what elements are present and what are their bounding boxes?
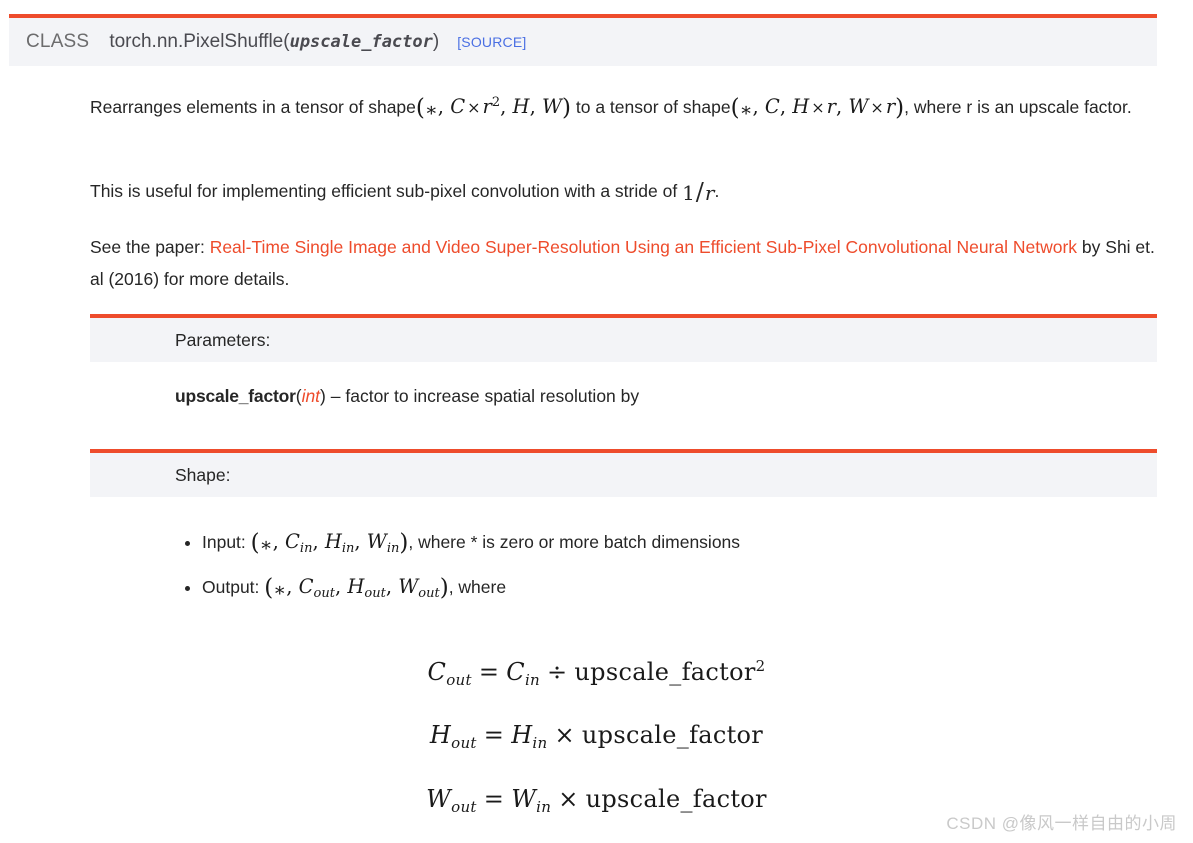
shape-heading-box: Shape: — [90, 449, 1157, 497]
equation-h-out: Hout = Hin × upscale_factor — [429, 721, 764, 752]
p3-lead-text: See the paper: — [90, 237, 205, 257]
shape-output-label: Output: — [202, 577, 260, 597]
description-paragraph-1: Rearranges elements in a tensor of shape… — [90, 87, 1165, 126]
parameter-description: factor to increase spatial resolution by — [345, 386, 640, 406]
p1-middle-text: to a tensor of shape — [575, 97, 731, 117]
signature-line: CLASS torch.nn.PixelShuffle ( upscale_fa… — [9, 31, 526, 53]
shape-heading-label: Shape: — [175, 464, 231, 485]
parameter-dash: – — [330, 386, 341, 406]
equation-c-out: Cout = Cin ÷ upscale_factor2 — [427, 657, 766, 689]
class-qualified-name: torch.nn.PixelShuffle — [109, 31, 284, 52]
shape-input-math: (∗, Cin, Hin, Win) — [250, 530, 409, 556]
source-link[interactable]: [SOURCE] — [457, 34, 526, 50]
signature-parameter: upscale_factor — [289, 32, 433, 52]
p1-tail-text: , where r is an upscale factor. — [904, 97, 1132, 117]
list-item: Output: (∗, Cout, Hout, Wout), where — [202, 568, 740, 613]
parameter-type-close-paren: ) — [320, 386, 326, 406]
description-paragraph-2: This is useful for implementing efficien… — [90, 175, 1150, 209]
class-signature-header: CLASS torch.nn.PixelShuffle ( upscale_fa… — [9, 14, 1157, 66]
shape-input-label: Input: — [202, 532, 246, 552]
parameter-entry-upscale-factor: upscale_factor(int) – factor to increase… — [175, 386, 639, 407]
shape-input-note: , where * is zero or more batch dimensio… — [408, 532, 741, 552]
doc-page: CLASS torch.nn.PixelShuffle ( upscale_fa… — [0, 0, 1193, 843]
description-paragraph-3: See the paper: Real-Time Single Image an… — [90, 231, 1160, 295]
parameter-name: upscale_factor — [175, 386, 296, 406]
p1-input-shape-math: (∗, C × r2, H, W) — [415, 95, 571, 121]
parameters-heading-box: Parameters: — [90, 314, 1157, 362]
list-item: Input: (∗, Cin, Hin, Win), where * is ze… — [202, 523, 740, 568]
p2-stride-fraction: 1/r — [682, 178, 715, 206]
paper-link[interactable]: Real-Time Single Image and Video Super-R… — [210, 237, 1077, 257]
parameters-heading-label: Parameters: — [175, 329, 271, 350]
shape-list: Input: (∗, Cin, Hin, Win), where * is ze… — [178, 523, 740, 613]
class-keyword-label: CLASS — [26, 31, 90, 52]
parameter-type: int — [301, 386, 321, 406]
shape-output-note: , where — [448, 577, 507, 597]
csdn-watermark: CSDN @像风一样自由的小周 — [946, 814, 1177, 833]
shape-output-math: (∗, Cout, Hout, Wout) — [264, 575, 449, 601]
p1-lead-text: Rearranges elements in a tensor of shape — [90, 97, 416, 117]
p2-tail-text: . — [714, 181, 720, 201]
p2-lead-text: This is useful for implementing efficien… — [90, 181, 678, 201]
p1-output-shape-math: (∗, C, H × r, W × r) — [730, 95, 905, 121]
signature-close-paren: ) — [432, 31, 440, 52]
